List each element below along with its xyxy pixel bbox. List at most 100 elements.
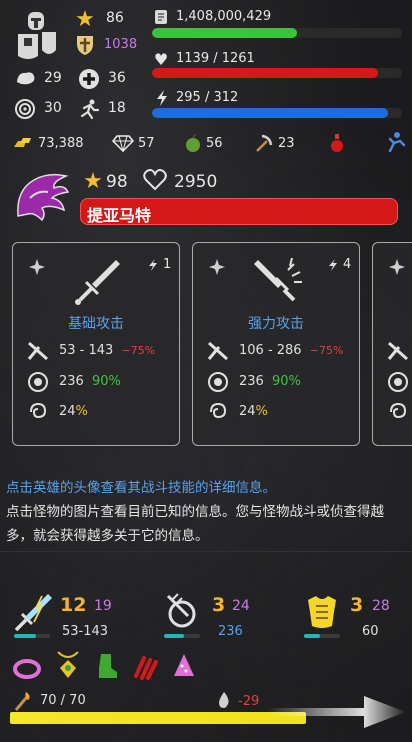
amulet-icon[interactable] xyxy=(54,650,82,680)
shield-value: 236 xyxy=(218,624,243,639)
crit-icon xyxy=(27,401,49,423)
monster-portrait[interactable] xyxy=(12,170,70,222)
armor-value: 60 xyxy=(362,624,379,639)
stamina-text: 70 / 70 xyxy=(40,693,86,708)
crit-modifier: % xyxy=(255,404,268,419)
info-hint-monster: 点击怪物的图片查看目前已知的信息。您与怪物战斗或侦查得越多，就会获得越多关于它的… xyxy=(6,504,384,544)
hero-avatar[interactable] xyxy=(12,10,62,64)
info-panel: 点击英雄的头像查看其战斗技能的详细信息。 点击怪物的图片查看目前已知的信息。您与… xyxy=(0,472,412,552)
weapon-progress xyxy=(14,634,50,638)
hero-level: 86 xyxy=(106,10,124,26)
shield-level: 3 xyxy=(212,594,226,616)
crit-stat: 24% xyxy=(239,404,268,419)
knight-icon xyxy=(18,12,56,59)
accuracy-value: 236 xyxy=(59,374,84,389)
weapon-level: 12 xyxy=(60,594,87,616)
experience-text: 1,408,000,429 xyxy=(176,9,272,24)
equip-armor[interactable]: 3 28 60 xyxy=(300,592,410,644)
torch-icon xyxy=(12,690,34,712)
hp-bar xyxy=(152,68,402,78)
skill-type-icon xyxy=(207,257,227,277)
diamond-count: 57 xyxy=(138,136,155,151)
lightning-icon xyxy=(154,89,170,107)
monster-stars: 98 xyxy=(106,172,128,192)
apple-count: 56 xyxy=(206,136,223,151)
fire-value: -29 xyxy=(238,694,260,709)
armor-icon xyxy=(302,592,342,632)
energy-text: 295 / 312 xyxy=(176,90,239,105)
boot-icon[interactable] xyxy=(94,652,120,680)
damage-range: 53 - 143 xyxy=(59,343,114,358)
shield-progress xyxy=(164,634,200,638)
accuracy-modifier: 90% xyxy=(271,374,301,389)
energy-bar xyxy=(152,108,402,118)
energy-cost-icon xyxy=(147,257,159,273)
hero-speed: 18 xyxy=(108,100,126,116)
energy-cost: 4 xyxy=(343,257,352,272)
hero-might: 1038 xyxy=(104,37,138,52)
shield-sword-icon xyxy=(162,592,202,632)
accuracy-stat: 236 90% xyxy=(239,374,301,389)
accuracy-modifier: 90% xyxy=(91,374,121,389)
sword-icon xyxy=(69,253,125,309)
heart-icon: ♥ xyxy=(153,49,169,69)
energy-cost: 1 xyxy=(163,257,172,272)
damage-modifier: −75% xyxy=(309,344,344,357)
apple-icon xyxy=(184,134,202,152)
gold-count: 73,388 xyxy=(38,136,84,151)
blue-figure-icon[interactable] xyxy=(384,131,406,153)
skill-card-power-attack[interactable]: 4 强力攻击 106 - 286 −75% 236 90% 24% xyxy=(192,242,360,446)
skill-card-basic-attack[interactable]: 1 基础攻击 53 - 143 −75% 236 90% 24% xyxy=(12,242,180,446)
scroll-icon xyxy=(152,8,170,26)
gold-bars-icon xyxy=(12,135,34,151)
accuracy-value: 236 xyxy=(239,374,264,389)
equip-weapon[interactable]: 12 19 53-143 xyxy=(10,592,140,644)
damage-icon xyxy=(27,341,49,361)
damage-icon xyxy=(207,341,229,361)
monster-name-bar[interactable]: 提亚马特 xyxy=(80,198,398,225)
damage-stat: 106 - 286 −75% xyxy=(239,343,343,358)
lightning-sword-icon xyxy=(12,592,54,632)
claw-icon[interactable] xyxy=(132,652,160,680)
damage-icon xyxy=(387,341,409,361)
dragon-icon xyxy=(17,173,70,222)
monster-star-icon: ★ xyxy=(83,168,103,194)
energy-cost-icon xyxy=(327,257,339,273)
accuracy-icon xyxy=(14,98,36,120)
hp-text: 1139 / 1261 xyxy=(176,51,255,66)
skill-type-icon xyxy=(387,257,407,277)
crit-stat: 24% xyxy=(59,404,88,419)
pickaxe-count: 23 xyxy=(278,136,295,151)
flame-icon xyxy=(216,690,232,710)
monster-name: 提亚马特 xyxy=(87,206,152,225)
health-cross-icon xyxy=(78,68,100,90)
swipe-arrow-icon xyxy=(266,696,406,728)
ring-icon[interactable] xyxy=(12,656,42,680)
wizard-hat-icon[interactable] xyxy=(170,652,198,680)
crit-modifier: % xyxy=(75,404,88,419)
armor-progress xyxy=(304,634,340,638)
power-sword-icon xyxy=(249,253,305,309)
accuracy-stat: 236 90% xyxy=(59,374,121,389)
monster-heart-icon xyxy=(142,168,168,192)
skill-name: 基础攻击 xyxy=(68,316,124,332)
diamond-icon xyxy=(112,134,134,152)
accuracy-stat-icon xyxy=(387,371,409,393)
crit-icon xyxy=(207,401,229,423)
might-icon xyxy=(74,34,96,56)
armor-level: 3 xyxy=(350,594,364,616)
hero-strength: 29 xyxy=(44,70,62,86)
damage-modifier: −75% xyxy=(121,344,156,357)
equip-shield[interactable]: 3 24 236 xyxy=(160,592,280,644)
speed-icon xyxy=(78,98,100,120)
crit-value: 24 xyxy=(239,404,256,419)
skill-type-icon xyxy=(27,257,47,277)
strength-icon xyxy=(14,68,38,88)
pickaxe-icon xyxy=(254,133,274,153)
weapon-bonus: 19 xyxy=(94,598,112,614)
crit-icon xyxy=(387,401,409,423)
star-icon: ★ xyxy=(75,6,95,32)
weapon-value: 53-143 xyxy=(62,624,109,639)
potion-icon[interactable] xyxy=(328,133,346,153)
skill-card-partial[interactable] xyxy=(372,242,412,446)
